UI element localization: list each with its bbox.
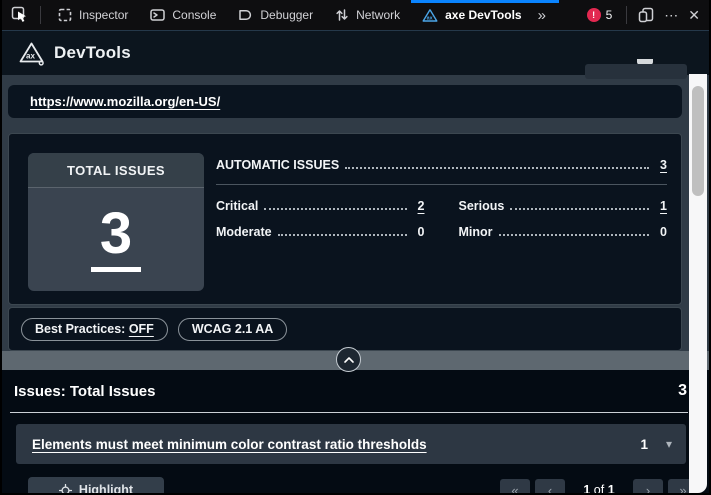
axe-logo-icon: ax [18,40,45,67]
window-frame-left [0,0,2,495]
tab-label: Debugger [260,8,313,22]
error-count: 5 [606,8,613,22]
chevron-up-icon [342,355,356,365]
total-issues-value[interactable]: 3 [91,205,141,272]
issue-row[interactable]: Elements must meet minimum color contras… [16,424,686,464]
moderate-count: 0 [413,225,425,239]
element-picker-icon [11,6,29,24]
collapse-summary-button[interactable] [336,347,361,372]
svg-text:ax: ax [26,51,35,60]
tab-label: Network [356,8,400,22]
severity-row-minor: Minor 0 [459,225,668,239]
automatic-issues-count-link[interactable]: 3 [655,158,667,172]
svg-text:ax: ax [427,15,433,21]
automatic-issues-label: AUTOMATIC ISSUES [216,158,339,172]
severity-label: Critical [216,199,258,213]
toolbar-divider [626,6,627,24]
total-issues-card[interactable]: TOTAL ISSUES 3 [28,153,204,291]
responsive-design-icon [638,7,654,23]
scanned-url-card: https://www.mozilla.org/en-US/ [8,85,682,118]
minor-count: 0 [655,225,667,239]
tab-console[interactable]: Console [139,0,227,31]
devtools-window: Inspector Console Debugger [0,0,711,495]
scan-summary-region: https://www.mozilla.org/en-US/ TOTAL ISS… [0,75,711,371]
console-icon [150,8,165,22]
wcag-standard-pill[interactable]: WCAG 2.1 AA [178,318,288,341]
tab-inspector[interactable]: Inspector [47,0,139,31]
close-icon: ✕ [688,7,700,24]
dotted-leader [510,208,649,210]
network-updown-icon [335,8,349,22]
issues-section-heading: Issues: Total Issues [14,383,155,400]
debugger-icon [238,8,253,22]
best-practices-toggle-pill[interactable]: Best Practices: OFF [21,318,168,341]
tab-network[interactable]: Network [324,0,411,31]
serious-count-link[interactable]: 1 [655,199,667,213]
element-picker-button[interactable] [6,2,34,28]
scrollbar-track[interactable] [689,74,707,493]
dotted-leader [264,208,406,210]
scan-options-card: Best Practices: OFF WCAG 2.1 AA [8,307,682,351]
severity-row-moderate: Moderate 0 [216,225,425,239]
scrollbar-thumb[interactable] [692,86,704,196]
expand-issue-caret-icon[interactable]: ▾ [666,437,672,451]
wcag-label: WCAG 2.1 AA [192,322,274,336]
issues-summary-panel: TOTAL ISSUES 3 AUTOMATIC ISSUES 3 Critic… [8,133,682,305]
issue-title-link[interactable]: Elements must meet minimum color contras… [32,437,427,452]
tabbar-right-group: ! 5 ⋯ ✕ [587,2,705,28]
tab-label: axe DevTools [445,8,521,22]
toolbar-divider [40,6,41,24]
issue-instance-count: 1 [640,437,648,452]
dotted-leader [345,167,649,169]
severity-label: Moderate [216,225,272,239]
tab-label: Console [172,8,216,22]
devtools-meatball-menu-button[interactable]: ⋯ [659,2,683,28]
axe-triangle-icon: ax [422,8,438,23]
inspector-icon [58,8,72,22]
best-practices-label: Best Practices: [35,322,125,336]
tab-label: Inspector [79,8,128,22]
issues-section-count: 3 [678,382,687,400]
tab-debugger[interactable]: Debugger [227,0,324,31]
best-practices-value: OFF [129,322,154,336]
dotted-leader [499,234,649,236]
severity-label: Serious [459,199,505,213]
all-tabs-chevron-button[interactable]: » [533,2,550,28]
tab-axe-devtools[interactable]: ax axe DevTools [411,0,532,31]
scanned-url-link[interactable]: https://www.mozilla.org/en-US/ [30,94,220,109]
devtools-tabbar: Inspector Console Debugger [0,0,711,31]
automatic-issues-row: AUTOMATIC ISSUES 3 [216,158,667,172]
summary-divider [216,184,667,185]
double-chevron-icon: » [538,7,545,24]
tooltip-box-remnant [585,64,687,79]
severity-label: Minor [459,225,493,239]
severity-row-serious: Serious 1 [459,199,668,213]
panel-title: DevTools [54,43,131,63]
critical-count-link[interactable]: 2 [413,199,425,213]
severity-row-critical: Critical 2 [216,199,425,213]
issues-list-region: Issues: Total Issues 3 Elements must mee… [0,370,711,495]
issues-divider [10,412,688,413]
close-devtools-button[interactable]: ✕ [683,2,705,28]
severity-breakdown: AUTOMATIC ISSUES 3 Critical 2 Serious 1 [216,158,667,239]
total-issues-label: TOTAL ISSUES [28,153,204,188]
more-options-icon: ⋯ [664,7,678,24]
error-badge-icon[interactable]: ! [587,8,601,22]
dotted-leader [278,234,407,236]
responsive-design-mode-button[interactable] [633,2,659,28]
